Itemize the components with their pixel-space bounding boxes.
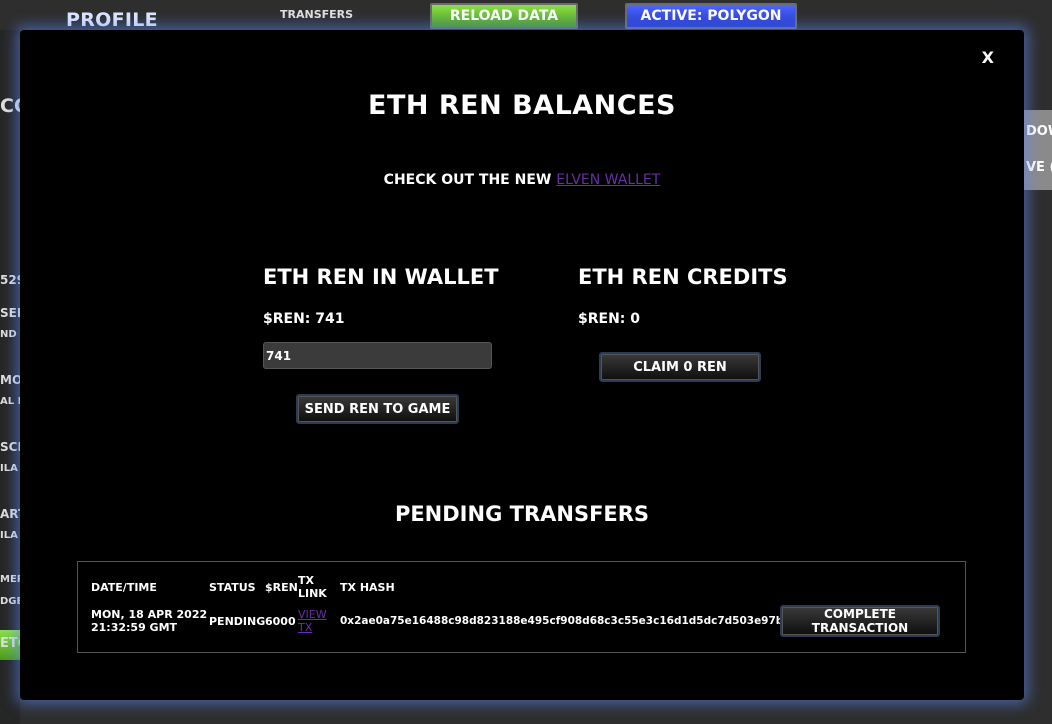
active-network-button[interactable]: ACTIVE: POLYGON [625,3,797,29]
bg-fragment: ARTI [0,507,20,521]
cell-status: PENDING [209,615,266,628]
bg-fragment: AL E [0,396,20,407]
complete-button-line2: TRANSACTION [811,621,909,635]
cell-date: MON, 18 APR 2022 [91,608,208,621]
bg-fragment: SEN [0,306,20,320]
header-status: STATUS [209,581,256,594]
view-tx-link[interactable]: VIEW [298,608,327,621]
header-tx-link-line2: LINK [298,587,327,600]
bg-fragment: MEP [0,574,20,585]
cell-tx-hash: 0x2ae0a75e16488c98d823188e495cf908d68c3c… [340,615,807,627]
promo-text: CHECK OUT THE NEW [383,172,557,188]
header-ren: $REN [265,581,298,594]
complete-transaction-button[interactable]: COMPLETE TRANSACTION [780,605,940,637]
pending-transfers-title: PENDING TRANSFERS [394,502,650,526]
view-tx-link-line2[interactable]: TX [298,621,327,634]
cell-datetime: MON, 18 APR 2022 21:32:59 GMT [91,608,207,634]
complete-button-line1: COMPLETE [824,607,896,621]
close-button[interactable]: X [982,48,994,67]
bg-fragment: 529 [0,273,20,287]
bg-fragment: MO [0,373,20,387]
cell-ren: 6000 [265,615,296,628]
wallet-section-title: ETH REN IN WALLET [263,265,499,289]
modal-title: ETH REN BALANCES [368,90,676,121]
send-ren-to-game-button[interactable]: SEND REN TO GAME [296,394,459,424]
right-background-panel [1024,110,1052,190]
ren-amount-input[interactable] [263,342,492,369]
bg-fragment: DOW [1026,124,1052,139]
credits-section-title: ETH REN CREDITS [578,265,788,289]
bg-fragment: SCI [0,440,20,454]
header-tx-hash: TX HASH [340,581,395,594]
header-tx-link-line1: TX [298,574,314,587]
wallet-balance: $REN: 741 [263,311,345,327]
bg-fragment: VE ( [1026,160,1052,175]
cell-tx-link[interactable]: VIEW TX [298,608,327,634]
bg-fragment: DGE [0,596,20,607]
promo-line: CHECK OUT THE NEW ELVEN WALLET [20,172,1024,188]
reload-data-button[interactable]: RELOAD DATA [430,3,578,29]
cell-time: 21:32:59 GMT [91,621,178,634]
left-background-panel: CO 529 SEN ND MO AL E SCI ILA ARTI ILA M… [0,30,20,724]
credits-balance: $REN: 0 [578,311,641,327]
bg-fragment: ILA [0,530,18,541]
left-green-button[interactable]: ETO [0,630,20,660]
transfers-tab[interactable]: TRANSFERS [280,8,353,21]
eth-ren-balances-modal: X ETH REN BALANCES CHECK OUT THE NEW ELV… [20,30,1024,700]
header-datetime: DATE/TIME [91,581,157,594]
bg-fragment: ILA [0,463,18,474]
header-tx-link: TX LINK [298,574,327,600]
elven-wallet-link[interactable]: ELVEN WALLET [556,172,660,188]
bg-fragment: ND [0,329,17,340]
bg-fragment: CO [0,95,20,117]
pending-transfers-table: DATE/TIME STATUS $REN TX LINK TX HASH MO… [77,561,966,653]
bg-fragment: ETO [0,636,20,651]
profile-label: PROFILE [66,9,158,31]
claim-ren-button[interactable]: CLAIM 0 REN [599,352,761,382]
